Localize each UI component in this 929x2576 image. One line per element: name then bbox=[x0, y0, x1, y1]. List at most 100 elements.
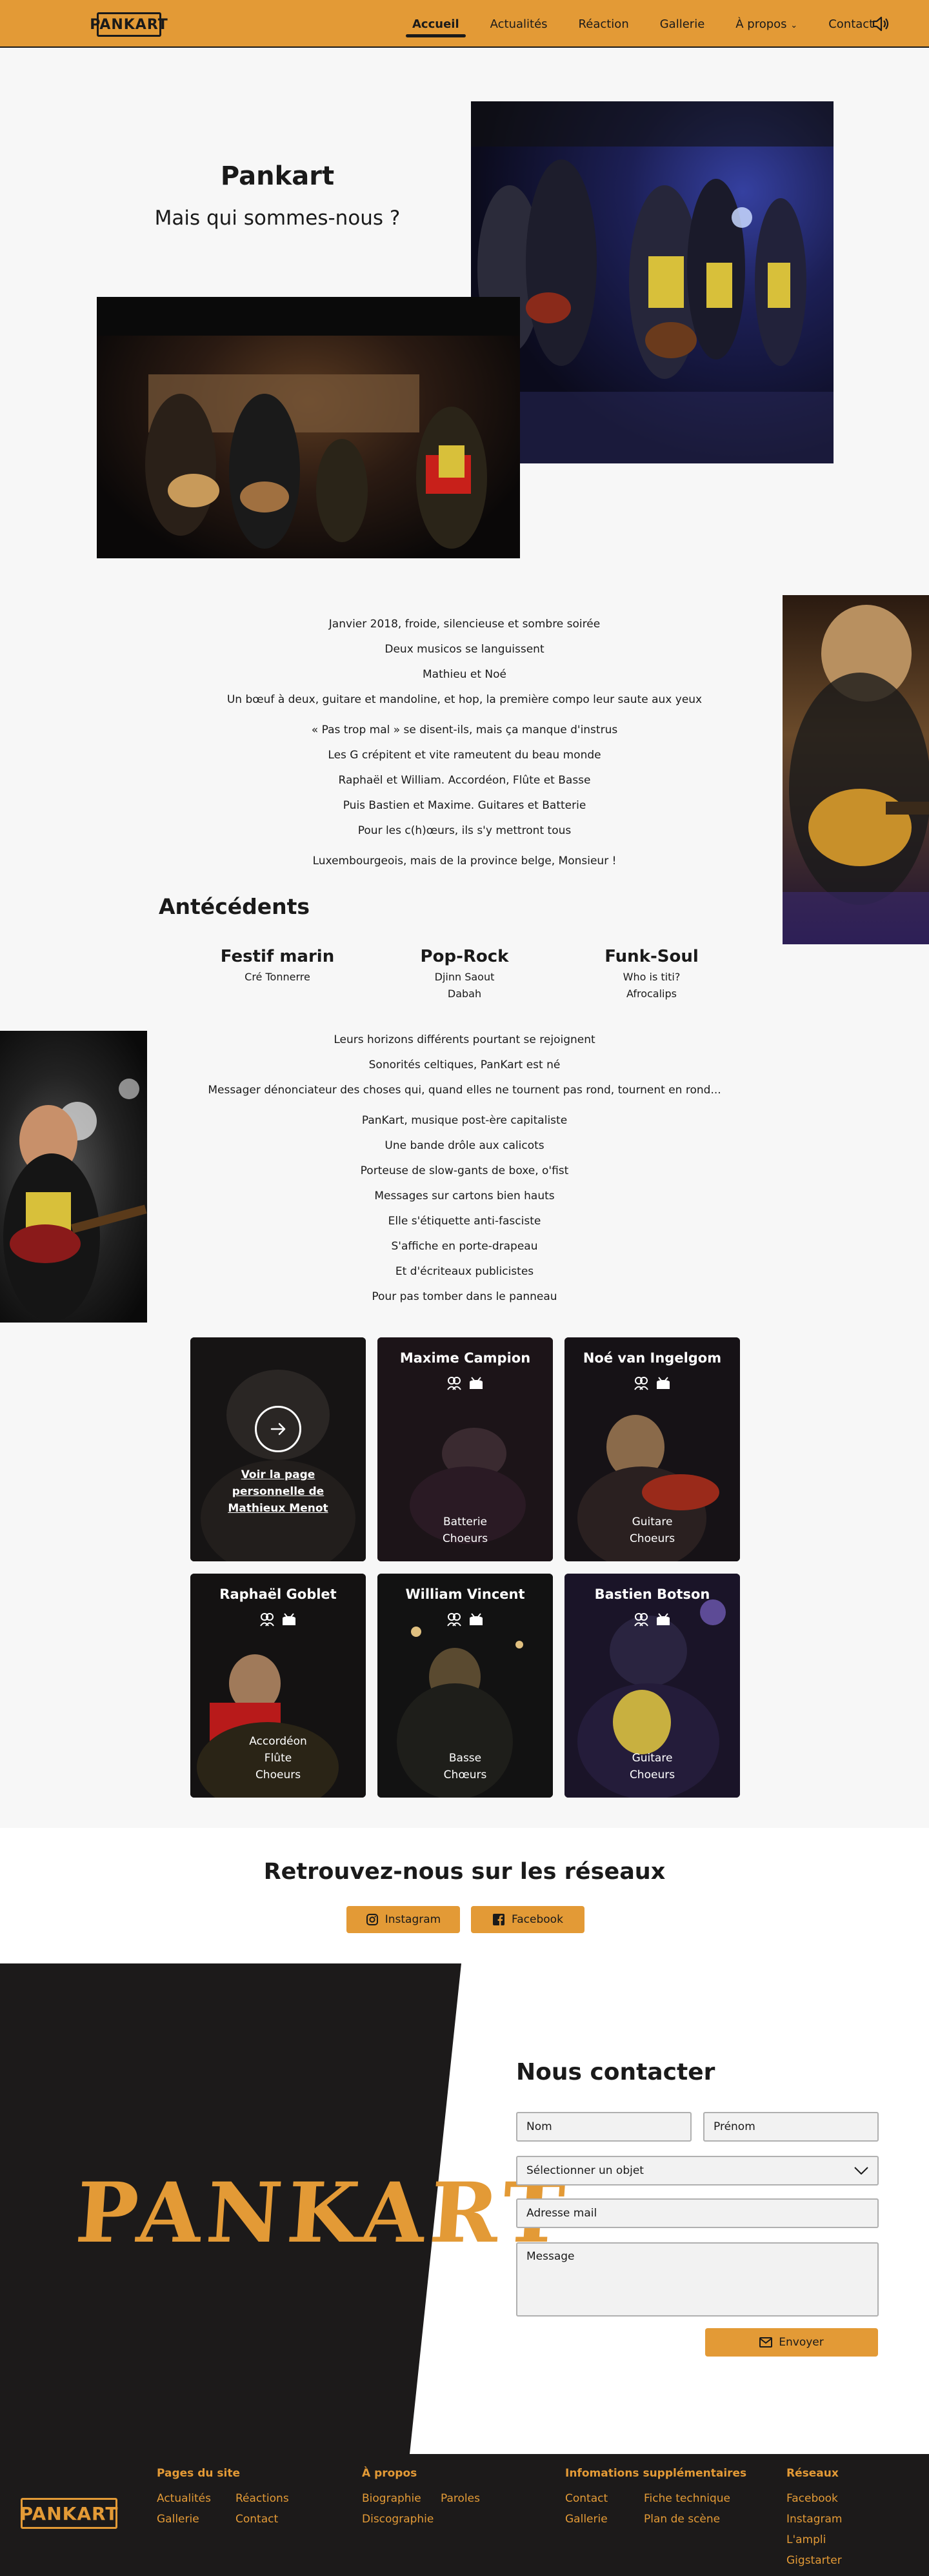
story-line: PanKart, musique post-ère capitaliste bbox=[361, 1114, 568, 1127]
story-line: Un bœuf à deux, guitare et mandoline, et… bbox=[226, 693, 703, 706]
band-photo-stage-guitars bbox=[471, 101, 834, 463]
mail-icon bbox=[759, 2337, 773, 2348]
facebook-button[interactable]: Facebook bbox=[471, 1906, 584, 1933]
antecedent-genre: Festif marin bbox=[220, 947, 335, 966]
nav-a-propos[interactable]: À propos ⌄ bbox=[720, 17, 813, 31]
facebook-label: Facebook bbox=[512, 1913, 563, 1926]
nav-accueil[interactable]: Accueil bbox=[397, 17, 475, 37]
member-role: Batterie bbox=[443, 1516, 488, 1528]
instagram-label: Instagram bbox=[385, 1913, 441, 1926]
instagram-button[interactable]: Instagram bbox=[346, 1906, 460, 1933]
choir-icon bbox=[447, 1613, 461, 1627]
instrument-icons bbox=[564, 1376, 740, 1390]
choir-icon bbox=[634, 1613, 648, 1627]
page-title: Pankart bbox=[220, 161, 335, 191]
member-role: Guitare bbox=[632, 1516, 673, 1528]
arrow-right-icon[interactable] bbox=[255, 1406, 301, 1452]
header-logo[interactable]: PANKART bbox=[90, 12, 168, 37]
personal-page-link[interactable]: Voir la page personnelle de Mathieux Men… bbox=[203, 1466, 353, 1517]
band-photo-accordion bbox=[97, 297, 520, 558]
footer-link[interactable]: Plan de scène bbox=[644, 2513, 720, 2526]
antecedent-column: Funk-Soul Who is titi? Afrocalips bbox=[574, 947, 729, 1002]
member-card[interactable]: Raphaël Goblet Accordéon Flûte Choeurs bbox=[190, 1574, 366, 1798]
member-role: Basse bbox=[448, 1752, 482, 1765]
send-button[interactable]: Envoyer bbox=[705, 2328, 878, 2357]
nav-gallerie[interactable]: Gallerie bbox=[644, 17, 721, 31]
member-card-mathieu[interactable]: Voir la page personnelle de Mathieux Men… bbox=[190, 1337, 366, 1561]
member-name: William Vincent bbox=[405, 1587, 525, 1602]
footer-link[interactable]: Gigstarter bbox=[786, 2554, 842, 2567]
footer-link[interactable]: Biographie bbox=[362, 2492, 421, 2505]
social-title: Retrouvez-nous sur les réseaux bbox=[263, 1859, 666, 1885]
site-header: PANKART Accueil Actualités Réaction Gall… bbox=[0, 0, 929, 48]
antecedents-title: Antécédents bbox=[159, 894, 310, 919]
member-role: Choeurs bbox=[442, 1532, 488, 1545]
subject-select[interactable]: Sélectionner un objet bbox=[516, 2156, 879, 2186]
antecedent-band: Djinn Saout bbox=[434, 971, 495, 983]
chevron-down-icon bbox=[854, 2167, 868, 2175]
prenom-field[interactable]: Prénom bbox=[703, 2112, 879, 2142]
message-field[interactable]: Message bbox=[516, 2242, 879, 2317]
story-line: Elle s'étiquette anti-fasciste bbox=[388, 1215, 541, 1228]
nom-field[interactable]: Nom bbox=[516, 2112, 692, 2142]
member-role: Choeurs bbox=[629, 1769, 675, 1781]
antecedent-band: Cré Tonnerre bbox=[245, 971, 310, 983]
member-card[interactable]: Maxime Campion Batterie Choeurs bbox=[377, 1337, 553, 1561]
footer-link[interactable]: Instagram bbox=[786, 2513, 843, 2526]
story-line: Messager dénonciateur des choses qui, qu… bbox=[208, 1084, 721, 1097]
story-line: Janvier 2018, froide, silencieuse et som… bbox=[328, 618, 601, 631]
member-card[interactable]: William Vincent Basse Chœurs bbox=[377, 1574, 553, 1798]
story-line: Messages sur cartons bien hauts bbox=[374, 1190, 555, 1202]
member-roles: Guitare Choeurs bbox=[564, 1514, 740, 1547]
story-line: Les G crépitent et vite rameutent du bea… bbox=[328, 749, 601, 762]
footer-link[interactable]: Facebook bbox=[786, 2492, 838, 2505]
guitar-icon bbox=[657, 1613, 670, 1625]
antecedent-band: Afrocalips bbox=[626, 988, 677, 1000]
story-manifesto: Leurs horizons différents pourtant se re… bbox=[142, 1028, 787, 1310]
member-roles: Batterie Choeurs bbox=[377, 1514, 553, 1547]
member-card[interactable]: Bastien Botson Guitare Choeurs bbox=[564, 1574, 740, 1798]
story-line: Une bande drôle aux calicots bbox=[385, 1139, 544, 1152]
chevron-down-icon: ⌄ bbox=[790, 20, 798, 30]
story-intro: Janvier 2018, froide, silencieuse et som… bbox=[142, 612, 787, 874]
member-role: Choeurs bbox=[255, 1769, 301, 1781]
footer-logo[interactable]: PANKART bbox=[20, 2498, 117, 2529]
footer-link[interactable]: Gallerie bbox=[565, 2513, 608, 2526]
speaker-muted-icon[interactable] bbox=[872, 15, 890, 32]
subject-select-value: Sélectionner un objet bbox=[526, 2164, 644, 2177]
footer-link[interactable]: Paroles bbox=[441, 2492, 480, 2505]
member-name: Noé van Ingelgom bbox=[583, 1350, 722, 1366]
footer-link[interactable]: Fiche technique bbox=[644, 2492, 730, 2505]
instrument-icons bbox=[564, 1612, 740, 1627]
footer-link[interactable]: L'ampli bbox=[786, 2533, 826, 2546]
instagram-icon bbox=[366, 1914, 378, 1925]
footer-link[interactable]: Contact bbox=[565, 2492, 608, 2505]
antecedent-band: Who is titi? bbox=[623, 971, 681, 983]
nav-reaction[interactable]: Réaction bbox=[563, 17, 644, 31]
choir-icon bbox=[447, 1377, 461, 1390]
contact-title: Nous contacter bbox=[516, 2059, 715, 2085]
bass-icon bbox=[470, 1613, 483, 1625]
choir-icon bbox=[260, 1613, 274, 1627]
page-subtitle: Mais qui sommes-nous ? bbox=[154, 207, 401, 230]
facebook-icon bbox=[493, 1914, 505, 1925]
member-role: Accordéon bbox=[249, 1735, 307, 1748]
footer-link[interactable]: Gallerie bbox=[157, 2513, 199, 2526]
main-nav: Accueil Actualités Réaction Gallerie À p… bbox=[397, 0, 889, 48]
footer-heading-pages: Pages du site bbox=[157, 2467, 241, 2480]
footer-link[interactable]: Réactions bbox=[235, 2492, 289, 2505]
story-line: S'affiche en porte-drapeau bbox=[391, 1240, 538, 1253]
footer-link[interactable]: Discographie bbox=[362, 2513, 434, 2526]
footer-link[interactable]: Actualités bbox=[157, 2492, 211, 2505]
accordion-icon bbox=[283, 1613, 295, 1625]
instrument-icons bbox=[190, 1612, 366, 1627]
footer-link[interactable]: Contact bbox=[235, 2513, 278, 2526]
instrument-icons bbox=[377, 1612, 553, 1627]
social-section bbox=[0, 1828, 929, 1963]
guitarist-closeup-photo bbox=[783, 595, 929, 944]
member-card[interactable]: Noé van Ingelgom Guitare Choeurs bbox=[564, 1337, 740, 1561]
footer-heading-apropos: À propos bbox=[362, 2467, 417, 2480]
brand-logo-large: PANKART bbox=[72, 2165, 573, 2262]
email-field[interactable]: Adresse mail bbox=[516, 2198, 879, 2228]
nav-actualites[interactable]: Actualités bbox=[475, 17, 563, 31]
